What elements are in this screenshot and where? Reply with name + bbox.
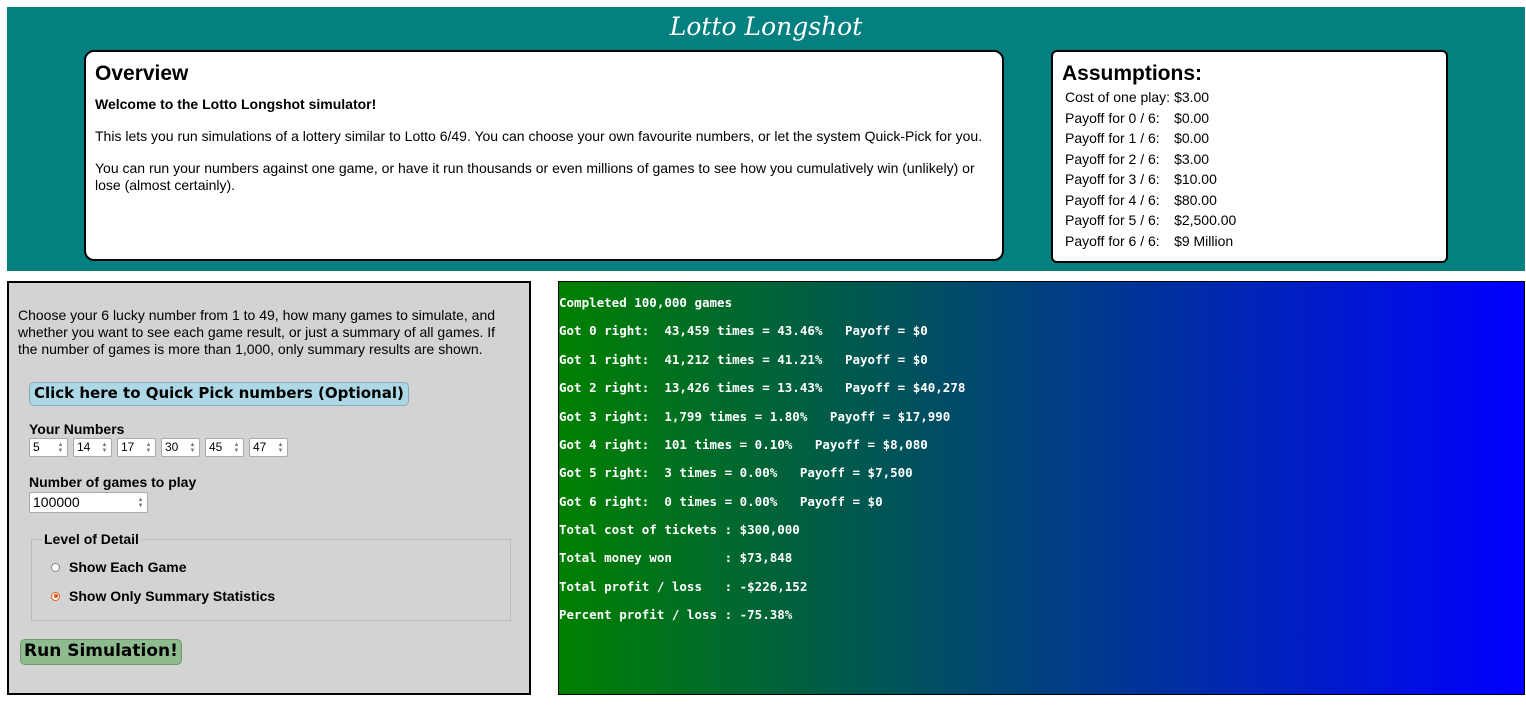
assumption-value: $9 Million bbox=[1174, 232, 1234, 249]
instructions-text: Choose your 6 lucky number from 1 to 49,… bbox=[18, 307, 496, 357]
assumption-label: Payoff for 1 / 6: bbox=[1065, 130, 1160, 146]
games-count-value: 100000 bbox=[33, 494, 80, 510]
result-line: Got 6 right: 0 times = 0.00% Payoff = $0 bbox=[559, 494, 883, 509]
assumption-value: $80.00 bbox=[1174, 191, 1217, 208]
assumption-label: Cost of one play: bbox=[1065, 89, 1171, 105]
assumption-row: Payoff for 4 / 6: $80.00 bbox=[1063, 190, 1238, 211]
assumption-row: Payoff for 3 / 6: $10.00 bbox=[1063, 169, 1238, 190]
assumption-label: Payoff for 4 / 6: bbox=[1065, 191, 1160, 208]
option-show-each-game[interactable]: Show Each Game bbox=[51, 559, 186, 575]
spinner-arrows-icon[interactable]: ▲ ▼ bbox=[136, 496, 145, 509]
lucky-number-value: 5 bbox=[33, 440, 40, 454]
assumptions-table: Cost of one play: $3.00 Payoff for 0 / 6:… bbox=[1063, 87, 1238, 251]
header-banner: Lotto Longshot Overview Welcome to the L… bbox=[7, 7, 1525, 271]
result-line: Total cost of tickets : $300,000 bbox=[559, 522, 800, 537]
assumption-row: Payoff for 6 / 6: $9 Million bbox=[1063, 231, 1238, 252]
detail-level-fieldset: Level of Detail Show Each Game Show Only… bbox=[31, 531, 511, 621]
lucky-number-value: 47 bbox=[253, 440, 267, 454]
lucky-number-value: 45 bbox=[209, 440, 223, 454]
overview-paragraph-1: This lets you run simulations of a lotte… bbox=[95, 128, 983, 144]
assumption-value: $0.00 bbox=[1174, 109, 1210, 126]
assumption-value: $0.00 bbox=[1174, 130, 1210, 146]
games-label: Number of games to play bbox=[29, 474, 197, 490]
spinner-arrows-icon[interactable]: ▲ ▼ bbox=[276, 441, 285, 454]
assumption-row: Cost of one play: $3.00 bbox=[1063, 87, 1238, 108]
result-line: Got 0 right: 43,459 times = 43.46% Payof… bbox=[559, 323, 928, 338]
overview-heading: Overview bbox=[95, 62, 189, 85]
simulation-controls-panel: Choose your 6 lucky number from 1 to 49,… bbox=[7, 281, 531, 695]
spinner-arrows-icon[interactable]: ▲ ▼ bbox=[100, 441, 109, 454]
result-line: Got 1 right: 41,212 times = 41.21% Payof… bbox=[559, 352, 928, 367]
assumption-row: Payoff for 1 / 6: $0.00 bbox=[1063, 128, 1238, 149]
number-inputs: 5 ▲ ▼ 14 ▲ ▼ 17 ▲ ▼ 30 ▲ ▼ 45 ▲ ▼ 47 ▲ ▼ bbox=[29, 438, 288, 457]
assumption-label: Payoff for 3 / 6: bbox=[1065, 171, 1160, 187]
lucky-number-value: 30 bbox=[165, 440, 179, 454]
option-show-summary[interactable]: Show Only Summary Statistics bbox=[51, 588, 275, 604]
your-numbers-label: Your Numbers bbox=[29, 421, 125, 437]
assumption-label: Payoff for 2 / 6: bbox=[1065, 150, 1160, 167]
radio-checked-icon[interactable] bbox=[51, 591, 60, 601]
spinner-arrows-icon[interactable]: ▲ ▼ bbox=[144, 441, 153, 454]
result-line: Got 2 right: 13,426 times = 13.43% Payof… bbox=[559, 380, 966, 395]
radio-unchecked-icon[interactable] bbox=[51, 562, 60, 572]
assumptions-panel: Assumptions: Cost of one play: $3.00 Payo… bbox=[1051, 50, 1448, 263]
result-line: Got 4 right: 101 times = 0.10% Payoff = … bbox=[559, 437, 928, 452]
assumptions-heading: Assumptions: bbox=[1062, 62, 1203, 85]
assumption-row: Payoff for 2 / 6: $3.00 bbox=[1063, 149, 1238, 170]
spinner-arrows-icon[interactable]: ▲ ▼ bbox=[232, 441, 241, 454]
assumption-row: Payoff for 5 / 6: $2,500.00 bbox=[1063, 210, 1238, 231]
result-line: Total profit / loss : -$226,152 bbox=[559, 579, 808, 594]
welcome-text: Welcome to the Lotto Longshot simulator! bbox=[95, 96, 377, 112]
quick-pick-button[interactable]: Click here to Quick Pick numbers (Option… bbox=[29, 382, 409, 406]
lucky-number-input-4[interactable]: 30 ▲ ▼ bbox=[161, 438, 200, 457]
assumption-value: $2,500.00 bbox=[1174, 212, 1237, 228]
result-line: Percent profit / loss : -75.38% bbox=[559, 607, 793, 622]
spinner-arrows-icon[interactable]: ▲ ▼ bbox=[56, 441, 65, 454]
assumption-value: $10.00 bbox=[1174, 171, 1217, 187]
lucky-number-input-1[interactable]: 5 ▲ ▼ bbox=[29, 438, 68, 457]
assumption-row: Payoff for 0 / 6: $0.00 bbox=[1063, 108, 1238, 129]
overview-paragraph-2: You can run your numbers against one gam… bbox=[95, 160, 975, 193]
lucky-number-value: 14 bbox=[77, 440, 91, 454]
lucky-number-input-5[interactable]: 45 ▲ ▼ bbox=[205, 438, 244, 457]
spinner-arrows-icon[interactable]: ▲ ▼ bbox=[188, 441, 197, 454]
lucky-number-input-3[interactable]: 17 ▲ ▼ bbox=[117, 438, 156, 457]
assumption-label: Payoff for 5 / 6: bbox=[1065, 212, 1160, 228]
overview-panel: Overview Welcome to the Lotto Longshot s… bbox=[84, 50, 1004, 261]
result-line: Total money won : $73,848 bbox=[559, 550, 793, 565]
lucky-number-value: 17 bbox=[121, 440, 135, 454]
option-label: Show Each Game bbox=[69, 559, 187, 575]
assumption-value: $3.00 bbox=[1174, 150, 1210, 167]
lucky-number-input-2[interactable]: 14 ▲ ▼ bbox=[73, 438, 112, 457]
result-line: Completed 100,000 games bbox=[559, 295, 733, 310]
games-count-input[interactable]: 100000 ▲ ▼ bbox=[29, 492, 148, 513]
option-label: Show Only Summary Statistics bbox=[69, 588, 276, 604]
assumption-value: $3.00 bbox=[1174, 89, 1210, 105]
lucky-number-input-6[interactable]: 47 ▲ ▼ bbox=[249, 438, 288, 457]
run-simulation-button[interactable]: Run Simulation! bbox=[20, 639, 182, 665]
assumption-label: Payoff for 0 / 6: bbox=[1065, 109, 1160, 126]
detail-level-legend: Level of Detail bbox=[42, 531, 141, 547]
site-title: Lotto Longshot bbox=[669, 12, 863, 41]
result-line: Got 3 right: 1,799 times = 1.80% Payoff … bbox=[559, 409, 951, 424]
result-line: Got 5 right: 3 times = 0.00% Payoff = $7… bbox=[559, 465, 913, 480]
assumption-label: Payoff for 6 / 6: bbox=[1065, 232, 1160, 249]
results-panel: Completed 100,000 games Got 0 right: 43,… bbox=[558, 281, 1525, 695]
